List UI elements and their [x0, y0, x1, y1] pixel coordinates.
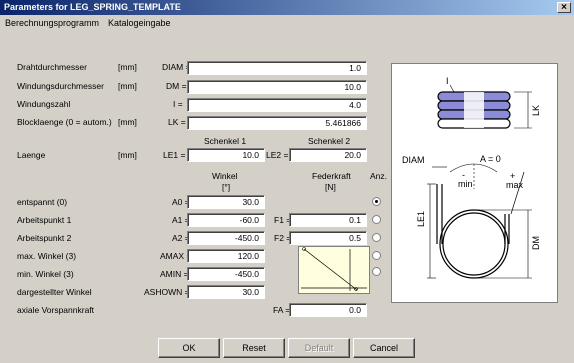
a1-field[interactable]: -60.0 [187, 213, 265, 227]
close-icon: × [561, 2, 567, 13]
row-code-i: I = [173, 99, 183, 109]
amin-field[interactable]: -450.0 [187, 267, 265, 281]
fa-field[interactable]: 0.0 [289, 303, 367, 317]
label-max: max [506, 180, 524, 190]
label-lk: LK [531, 105, 541, 116]
i-field[interactable]: 4.0 [187, 98, 367, 112]
row-unit-diam: [mm] [118, 62, 137, 72]
window-title: Parameters for LEG_SPRING_TEMPLATE [4, 2, 181, 12]
force-diagram-preview [298, 246, 370, 294]
radio-a0[interactable] [372, 197, 381, 206]
f2-field[interactable]: 0.5 [289, 231, 367, 245]
a1-label: Arbeitspunkt 1 [17, 215, 72, 225]
amax-field[interactable]: 120.0 [187, 249, 265, 263]
axial-label: axiale Vorspannkraft [17, 305, 95, 315]
ok-button[interactable]: OK [158, 338, 220, 358]
cancel-button[interactable]: Cancel [353, 338, 415, 358]
le1-code: LE1 = [163, 150, 186, 160]
a2-label: Arbeitspunkt 2 [17, 233, 72, 243]
schenkel2-header: Schenkel 2 [308, 136, 351, 146]
label-dm: DM [531, 236, 541, 250]
row-code-dm: DM = [166, 81, 187, 91]
winkel-header: Winkel [212, 171, 238, 181]
dm-field[interactable]: 10.0 [187, 80, 367, 94]
amax-label: max. Winkel (3) [17, 251, 77, 261]
default-button[interactable]: Default [288, 338, 350, 358]
radio-a1[interactable] [372, 215, 381, 224]
f1-field[interactable]: 0.1 [289, 213, 367, 227]
row-label-i: Windungszahl [17, 99, 71, 109]
label-i: I [446, 76, 449, 86]
radio-amin[interactable] [372, 267, 381, 276]
row-label-dm: Windungsdurchmesser [17, 81, 104, 91]
radio-amax[interactable] [372, 251, 381, 260]
close-button[interactable]: × [557, 2, 571, 13]
fa-code: FA = [273, 305, 291, 315]
spring-coils [437, 84, 532, 129]
spring-diagram: I LK DIAM A = 0 - min + max LE1 DM [391, 63, 558, 303]
menu-katalogeingabe[interactable]: Katalogeingabe [108, 17, 171, 29]
winkel-unit: [°] [222, 182, 231, 192]
row-label-diam: Drahtdurchmesser [17, 62, 87, 72]
radio-a2[interactable] [372, 233, 381, 242]
label-min: min [458, 179, 473, 189]
amin-label: min. Winkel (3) [17, 269, 74, 279]
a2-field[interactable]: -450.0 [187, 231, 265, 245]
label-a0: A = 0 [480, 154, 501, 164]
row-label-lk: Blocklaenge (0 = autom.) [17, 117, 112, 127]
ashown-code: ASHOWN = [144, 287, 190, 297]
amin-code: AMIN = [160, 269, 189, 279]
row-code-lk: LK = [168, 117, 186, 127]
federkraft-header: Federkraft [312, 171, 351, 181]
label-le1: LE1 [416, 211, 426, 227]
lk-field[interactable]: 5.461866 [187, 116, 367, 130]
anz-header: Anz. [370, 171, 388, 181]
row-unit-dm: [mm] [118, 81, 137, 91]
row-unit-lk: [mm] [118, 117, 137, 127]
laenge-label: Laenge [17, 150, 46, 160]
ashown-field[interactable]: 30.0 [187, 285, 265, 299]
diam-field[interactable]: 1.0 [187, 61, 367, 75]
menu-berechnungsprogramm[interactable]: Berechnungsprogramm [5, 17, 99, 29]
le2-field[interactable]: 20.0 [289, 148, 367, 162]
label-diam: DIAM [402, 155, 425, 165]
ashown-label: dargestellter Winkel [17, 287, 92, 297]
reset-button[interactable]: Reset [223, 338, 285, 358]
a0-field[interactable]: 30.0 [187, 195, 265, 209]
le1-field[interactable]: 10.0 [187, 148, 265, 162]
schenkel1-header: Schenkel 1 [204, 136, 247, 146]
laenge-unit: [mm] [118, 150, 137, 160]
a0-label: entspannt (0) [17, 197, 68, 207]
le2-code: LE2 = [266, 150, 289, 160]
federkraft-unit: [N] [325, 182, 336, 192]
